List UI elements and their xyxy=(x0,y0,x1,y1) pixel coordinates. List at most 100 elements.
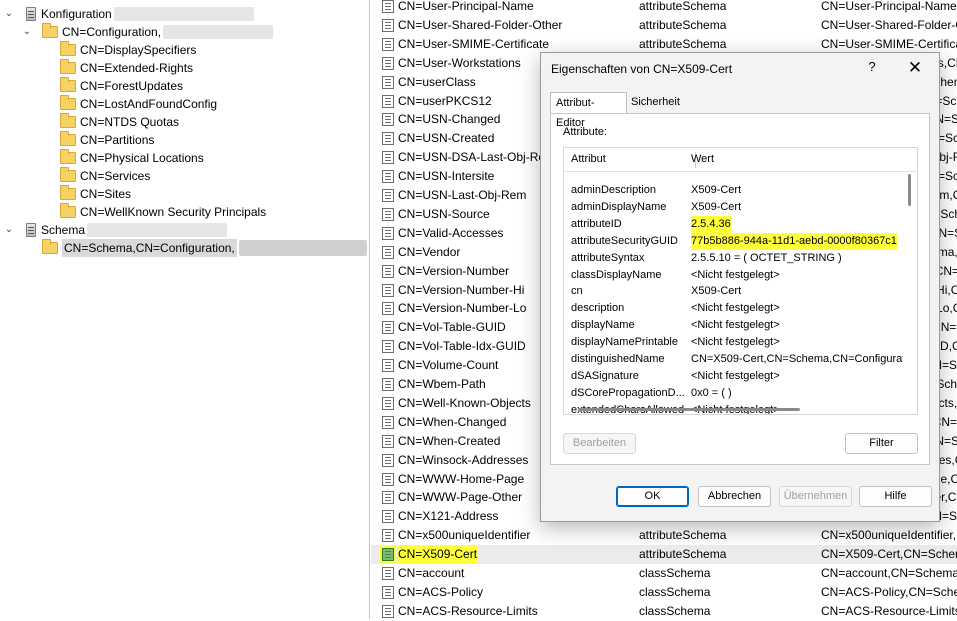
attribute-value: <Nicht festgelegt> xyxy=(691,319,780,332)
attribute-row[interactable]: cn X509-Cert xyxy=(564,283,904,300)
help-button[interactable]: Hilfe xyxy=(859,486,932,507)
help-icon[interactable]: ? xyxy=(861,59,883,79)
list-cell-name: CN=USN-Last-Obj-Rem xyxy=(398,188,527,202)
tree-pane: ⌄ Konfiguration ⌄ CN=Configuration, CN=Displ… xyxy=(0,0,370,619)
folder-icon xyxy=(42,23,58,38)
folder-icon xyxy=(60,203,76,218)
list-cell-dn: CN=User-SMIME-Certifica xyxy=(821,36,957,51)
filter-button[interactable]: Filter xyxy=(845,433,918,454)
list-cell-name: CN=Vendor xyxy=(398,244,461,259)
tree-item[interactable]: ⌄ Schema xyxy=(0,221,362,239)
list-row[interactable]: CN=User-SMIME-Certificate attributeSchema… xyxy=(371,35,957,54)
tree-item[interactable]: ⌄ CN=Configuration, xyxy=(0,23,362,41)
attribute-row[interactable]: attributeSecurityGUID 77b5b886-944a-11d1-… xyxy=(564,232,904,250)
vertical-scrollbar[interactable] xyxy=(908,174,911,206)
apply-button[interactable]: Übernehmen xyxy=(779,486,852,507)
list-row[interactable]: CN=account classSchema CN=account,CN=Schem… xyxy=(371,564,957,583)
schema-object-icon xyxy=(382,604,394,618)
attribute-value: <Nicht festgelegt> xyxy=(691,369,780,382)
column-header-value[interactable]: Wert xyxy=(691,153,714,165)
column-header-attribute[interactable]: Attribut xyxy=(571,153,606,165)
tab-attribute-editor[interactable]: Attribut-Editor xyxy=(550,92,627,129)
attribute-value: X509-Cert xyxy=(691,184,742,196)
list-cell-name: CN=When-Created xyxy=(398,433,501,448)
close-icon[interactable]: ✕ xyxy=(903,57,927,79)
schema-object-icon xyxy=(382,529,394,543)
edit-button[interactable]: Bearbeiten xyxy=(563,433,636,454)
chevron-down-icon[interactable]: ⌄ xyxy=(22,23,32,41)
tree-item[interactable]: CN=DisplaySpecifiers xyxy=(0,41,362,59)
schema-object-icon xyxy=(382,94,394,108)
cancel-button[interactable]: Abbrechen xyxy=(698,486,771,507)
redacted-text xyxy=(239,240,367,256)
attribute-row[interactable]: adminDisplayName X509-Cert xyxy=(564,199,904,216)
attribute-row[interactable]: attributeID 2.5.4.36 xyxy=(564,215,904,233)
tree-item[interactable]: CN=Sites xyxy=(0,185,362,203)
list-cell-name: CN=Vol-Table-GUID xyxy=(398,320,506,335)
attribute-row[interactable]: dSASignature <Nicht festgelegt> xyxy=(564,368,904,385)
list-cell-name: CN=userPKCS12 xyxy=(398,93,492,108)
list-row[interactable]: CN=ACS-Policy classSchema CN=ACS-Policy,CN… xyxy=(371,583,957,602)
folder-icon xyxy=(60,167,76,182)
attribute-grid[interactable]: Attribut Wert adminDescription X509-Cert a… xyxy=(563,147,918,415)
list-cell-name: CN=WWW-Home-Page xyxy=(398,471,525,486)
list-cell-name: CN=USN-Source xyxy=(398,206,490,221)
tree-item[interactable]: CN=Schema,CN=Configuration, xyxy=(0,239,367,257)
list-cell-name: CN=Wbem-Path xyxy=(398,377,486,391)
tree-item[interactable]: CN=Services xyxy=(0,167,362,185)
attribute-row[interactable]: classDisplayName <Nicht festgelegt> xyxy=(564,267,904,284)
tree-item-label: CN=Configuration, xyxy=(62,25,162,39)
folder-icon xyxy=(60,77,76,92)
list-row[interactable]: CN=User-Principal-Name attributeSchema CN=… xyxy=(371,0,957,16)
tree-item[interactable]: CN=WellKnown Security Principals xyxy=(0,203,362,221)
attribute-row[interactable]: description <Nicht festgelegt> xyxy=(564,300,904,317)
ok-button[interactable]: OK xyxy=(616,486,689,507)
list-cell-name: CN=account xyxy=(398,566,465,580)
attribute-value: X509-Cert xyxy=(691,285,742,298)
attribute-row[interactable]: adminDescription X509-Cert xyxy=(564,182,904,199)
tree-item-label: CN=Services xyxy=(80,169,151,183)
tab-panel: Attribute: Attribut Wert adminDescriptio… xyxy=(550,113,930,465)
attribute-name: attributeSecurityGUID xyxy=(571,234,678,247)
tree-item[interactable]: CN=Physical Locations xyxy=(0,149,362,167)
schema-object-icon xyxy=(382,321,394,335)
tab-security[interactable]: Sicherheit xyxy=(626,92,682,113)
schema-object-icon xyxy=(380,546,396,564)
attribute-row[interactable]: displayNamePrintable <Nicht festgelegt> xyxy=(564,334,904,351)
attribute-value: 2.5.4.36 xyxy=(691,215,731,233)
chevron-down-icon[interactable]: ⌄ xyxy=(4,221,14,239)
attribute-row[interactable]: attributeSyntax 2.5.5.10 = ( OCTET_STRING… xyxy=(564,250,904,267)
attribute-row[interactable]: displayName <Nicht festgelegt> xyxy=(564,317,904,334)
tree-item[interactable]: ⌄ Konfiguration xyxy=(0,5,362,23)
list-cell-name: CN=Well-Known-Objects xyxy=(398,395,531,410)
list-cell-name: CN=User-Shared-Folder-Other xyxy=(398,17,563,32)
list-row[interactable]: CN=User-Shared-Folder-Other attributeSche… xyxy=(371,16,957,35)
list-cell-name: CN=ACS-Resource-Limits xyxy=(398,603,538,618)
tree-item[interactable]: CN=NTDS Quotas xyxy=(0,113,362,131)
schema-object-icon xyxy=(382,585,394,599)
list-cell-name: CN=x500uniqueIdentifier xyxy=(398,528,531,543)
list-cell-name: CN=X509-Cert xyxy=(398,545,478,565)
tree-item[interactable]: CN=ForestUpdates xyxy=(0,77,362,95)
attribute-value: <Nicht festgelegt> xyxy=(691,336,780,349)
schema-object-icon xyxy=(382,56,394,70)
list-row[interactable]: CN=x500uniqueIdentifier attributeSchema CN… xyxy=(371,526,957,545)
chevron-down-icon[interactable]: ⌄ xyxy=(4,5,14,23)
attribute-value: X509-Cert xyxy=(691,200,742,213)
tree-item[interactable]: CN=Partitions xyxy=(0,131,362,149)
list-cell-class: classSchema xyxy=(639,584,711,599)
tree-item[interactable]: CN=LostAndFoundConfig xyxy=(0,95,362,113)
attribute-row[interactable]: dSCorePropagationD... 0x0 = ( ) xyxy=(564,385,904,402)
horizontal-scrollbar[interactable] xyxy=(578,408,800,411)
list-row[interactable]: CN=X509-Cert attributeSchema CN=X509-Cert,… xyxy=(371,545,957,565)
list-row[interactable]: CN=ACS-Resource-Limits classSchema CN=ACS-… xyxy=(371,602,957,621)
tree-item[interactable]: CN=Extended-Rights xyxy=(0,59,362,77)
list-cell-class: attributeSchema xyxy=(639,547,727,562)
tree-item-label: Schema xyxy=(41,223,86,237)
attribute-value: <Nicht festgelegt> xyxy=(691,268,780,281)
attribute-row[interactable]: distinguishedName CN=X509-Cert,CN=Schema,… xyxy=(564,351,904,368)
attribute-value: 77b5b886-944a-11d1-aebd-0000f80367c1 xyxy=(691,232,897,250)
tree-item-label: CN=Sites xyxy=(80,187,132,201)
schema-object-icon xyxy=(382,37,394,51)
list-cell-dn: CN=ACS-Policy,CN=Sche xyxy=(821,584,957,599)
